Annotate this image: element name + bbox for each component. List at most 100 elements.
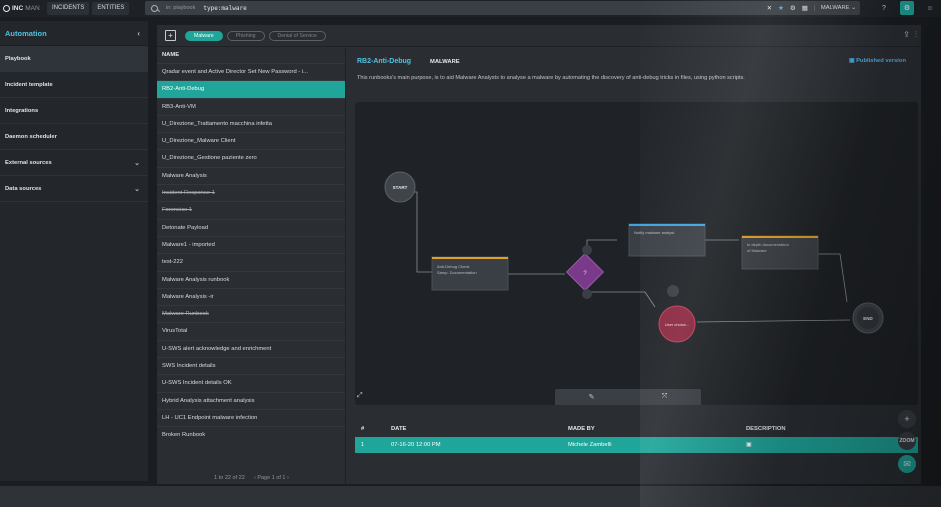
versions-table: # DATE MADE BY DESCRIPTION 1 07-16-20 12… — [355, 421, 918, 453]
list-item[interactable]: Malware Analysis runbook — [157, 270, 345, 288]
start-node-label: START — [393, 185, 408, 190]
description-doc-icon[interactable]: ▣ — [746, 442, 751, 448]
filter-chip-phishing[interactable]: Phishing — [226, 30, 265, 41]
list-item[interactable]: VirusTotal — [157, 322, 345, 339]
sidebar-item-data-sources[interactable]: Data sources ⌄ — [0, 176, 148, 202]
list-item[interactable]: LH - UC1 Endpoint malware infection — [157, 408, 345, 426]
start-node: START — [384, 171, 416, 203]
star-icon[interactable]: ★ — [778, 4, 784, 12]
sidebar-item-label: Data sources — [5, 185, 42, 192]
list-item[interactable]: RB2-Anti-Debug — [157, 80, 345, 98]
chat-fab-button[interactable]: ✉ — [898, 455, 916, 473]
list-item[interactable]: SWS Incident details — [157, 357, 345, 374]
versions-table-header: # DATE MADE BY DESCRIPTION — [355, 421, 918, 437]
pagination-range: 1 to 22 of 22 — [214, 475, 245, 481]
logo-text-bold: INC — [12, 5, 24, 12]
search-bar[interactable]: in: playbook type:malware ✕ ★ ⚙ ▦ MALWAR… — [145, 1, 860, 15]
list-item[interactable]: U_Direzione_Gestione paziente zero — [157, 149, 345, 166]
list-item[interactable]: Malware Analysis -ir — [157, 287, 345, 305]
playbook-panel: + Malware Phishing Denial of Service ⇪ ⫶… — [157, 25, 921, 484]
search-icon — [151, 4, 158, 12]
search-scope: in: playbook — [166, 5, 196, 11]
list-item[interactable]: Malware1 - imported — [157, 235, 345, 253]
task1-node-label-2: Samp. Documentation — [437, 270, 477, 275]
sliders-icon[interactable]: ⫶ — [915, 30, 917, 40]
zoom-fab-button[interactable]: ZOOM — [898, 432, 916, 450]
list-item[interactable]: U-SWS alert acknowledge and enrichment — [157, 339, 345, 357]
sidebar-item-external-sources[interactable]: External sources ⌄ — [0, 150, 148, 176]
playbook-detail: RB2-Anti-Debug MALWARE ▣ Published versi… — [347, 48, 921, 484]
grid-icon[interactable]: ▦ — [802, 4, 808, 12]
export-icon[interactable]: ⇪ — [903, 30, 910, 40]
cell-num: 1 — [361, 442, 365, 448]
end-node: END — [852, 302, 884, 334]
task1-node: Anti-Debug Check Samp. Documentation — [431, 256, 509, 291]
table-row[interactable]: 1 07-16-20 12:00 PM Michele Zambelli ▣ — [355, 437, 918, 453]
list-item[interactable]: Malware Analysis — [157, 166, 345, 184]
list-item[interactable]: U_Direzione_Malware Client — [157, 132, 345, 149]
playbook-description: This runbooks's main purpose, is to aid … — [357, 75, 745, 81]
bottom-bar — [0, 486, 941, 507]
prev-page-icon[interactable]: ‹ — [254, 475, 256, 481]
chevron-down-icon: ⌄ — [134, 185, 140, 193]
notify-task-label: Notify malware analyst — [634, 230, 675, 235]
app-logo[interactable]: INC MAN — [0, 5, 47, 12]
user-icon[interactable]: ☺ — [923, 1, 937, 15]
add-playbook-button[interactable]: + — [165, 30, 176, 41]
filter-chip-malware[interactable]: Malware — [185, 30, 223, 41]
sidebar-item-daemon-scheduler[interactable]: Daemon scheduler — [0, 124, 148, 150]
playbook-list: NAME Qradar event and Active Director Se… — [157, 48, 346, 484]
list-item[interactable]: Broken Runbook — [157, 426, 345, 443]
filter-chip-dos[interactable]: Denial of Service — [268, 30, 326, 41]
nav-incidents[interactable]: INCIDENTS — [47, 2, 90, 15]
settings-gear-icon[interactable]: ⚙ — [900, 1, 914, 15]
canvas-toolbar: ✎ ⤧ — [555, 389, 701, 405]
chevron-down-icon: ⌄ — [134, 159, 140, 167]
list-item[interactable]: U-SWS Incident details OK — [157, 374, 345, 391]
help-icon[interactable]: ? — [877, 1, 891, 15]
list-item[interactable]: Qradar event and Active Director Set New… — [157, 63, 345, 80]
sidebar-item-label: External sources — [5, 159, 52, 166]
published-version-link[interactable]: ▣ Published version — [849, 58, 906, 64]
col-made-by: MADE BY — [568, 426, 595, 432]
notify-task-node: Notify malware analyst — [628, 223, 706, 257]
playbook-tag: MALWARE — [430, 59, 460, 65]
edge-user-end — [696, 319, 851, 323]
top-icons: ? ⚙ ☺ — [877, 1, 937, 15]
cell-date: 07-16-20 12:00 PM — [391, 442, 441, 448]
fit-view-icon[interactable]: ⤧ — [628, 389, 701, 405]
indepth-task-node: In depth documentation of Malware — [741, 235, 819, 270]
settings-icon[interactable]: ⚙ — [790, 4, 796, 12]
workflow-canvas[interactable]: START Anti-Debug Check Samp. Documentati… — [355, 102, 918, 405]
clear-search-icon[interactable]: ✕ — [767, 4, 772, 12]
logo-icon — [3, 5, 10, 12]
list-item[interactable]: Incident Response 1 — [157, 184, 345, 201]
search-input[interactable]: type:malware — [203, 5, 246, 12]
next-page-icon[interactable]: › — [287, 475, 289, 481]
list-item[interactable]: Hybrid Analysis attachment analysis — [157, 391, 345, 409]
sidebar-item-label: Integrations — [5, 107, 39, 114]
sidebar-item-integrations[interactable]: Integrations — [0, 98, 148, 124]
edge-indepth-end — [818, 253, 848, 303]
list-item[interactable]: Forensics 1 — [157, 201, 345, 218]
sidebar-title: Automation ‹ — [0, 21, 148, 46]
pagination: 1 to 22 of 22 ‹ Page 1 of 1 › — [157, 475, 346, 481]
fullscreen-icon[interactable]: ⤢ — [357, 392, 367, 402]
add-fab-button[interactable]: + — [898, 410, 916, 428]
list-item[interactable]: Detonate Payload — [157, 218, 345, 236]
list-item[interactable]: Malware Runbook — [157, 305, 345, 322]
search-context-select[interactable]: MALWARE ⌄ — [813, 5, 856, 11]
list-item[interactable]: U_Direzione_Trattamento macchina infetta — [157, 114, 345, 132]
workflow-diagram: START Anti-Debug Check Samp. Documentati… — [384, 171, 884, 343]
user-choice-label: User choice... — [665, 322, 689, 327]
list-item[interactable]: RB3-Anti-VM — [157, 97, 345, 115]
published-label: Published version — [856, 58, 906, 64]
edit-pencil-icon[interactable]: ✎ — [555, 389, 628, 405]
nav-entities[interactable]: ENTITIES — [92, 2, 130, 15]
collapse-sidebar-icon[interactable]: ‹ — [137, 29, 140, 38]
list-item[interactable]: test-222 — [157, 253, 345, 270]
filter-bar: + Malware Phishing Denial of Service ⇪ ⫶ — [157, 25, 921, 47]
sidebar-item-incident-template[interactable]: Incident template — [0, 72, 148, 98]
logo-text-light: MAN — [25, 5, 40, 12]
sidebar-item-playbook[interactable]: Playbook — [0, 46, 148, 72]
